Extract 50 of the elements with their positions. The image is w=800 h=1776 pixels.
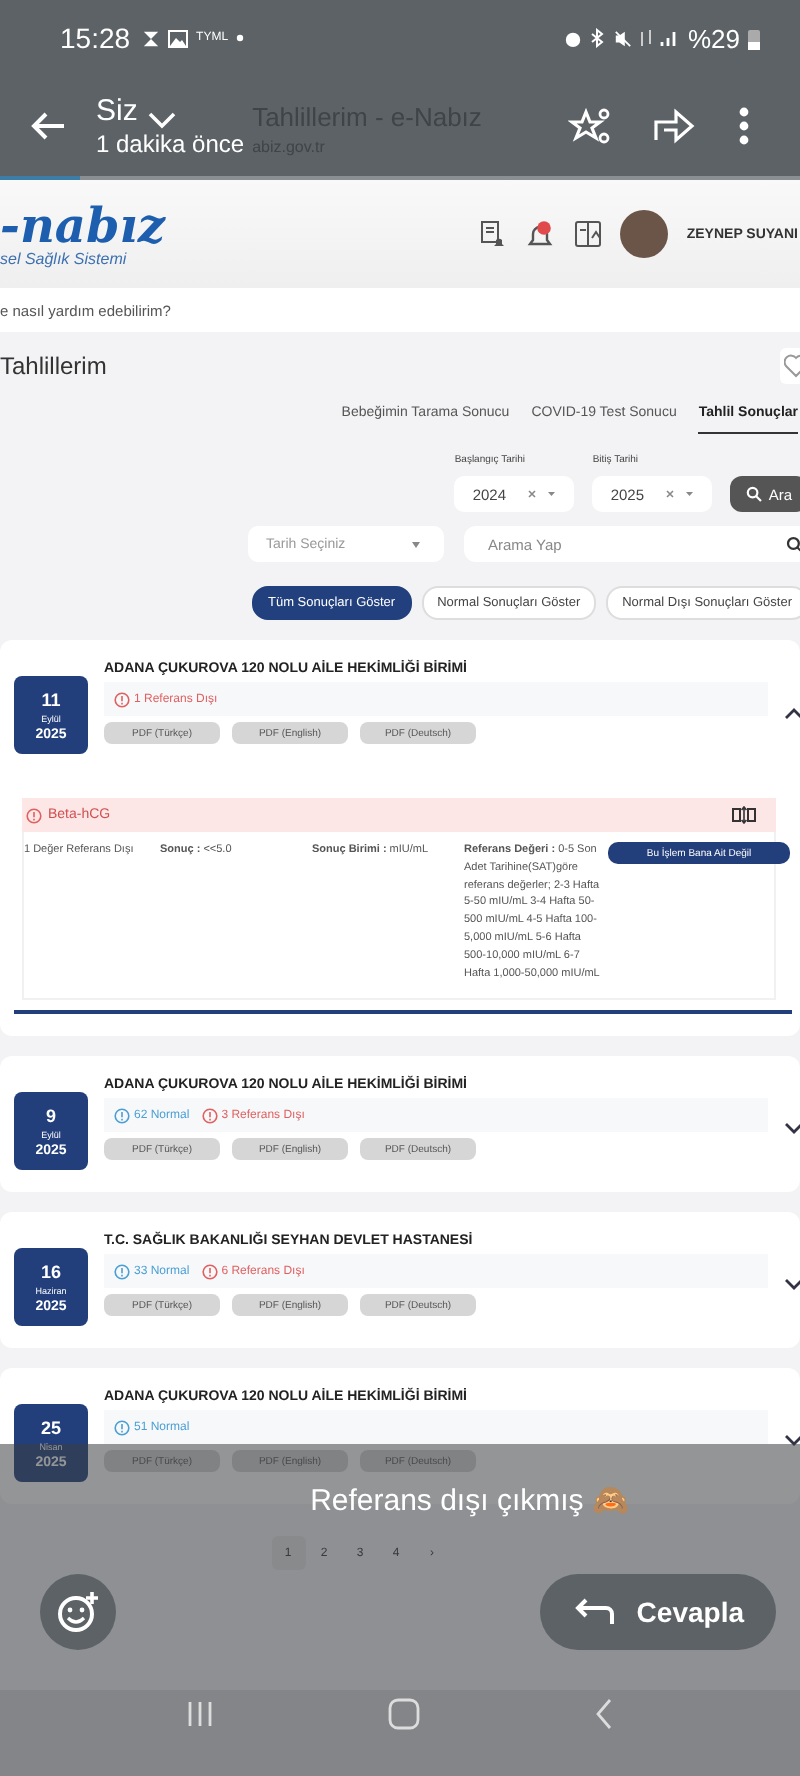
- chevron-up-icon[interactable]: [784, 706, 800, 720]
- clear-caret-icon[interactable]: [666, 490, 695, 498]
- alert-icon: [201, 1107, 218, 1124]
- search-icon: [746, 486, 763, 502]
- star-share-icon[interactable]: [568, 106, 612, 146]
- alert-icon: [201, 1263, 218, 1280]
- image-icon: [168, 29, 189, 47]
- info-icon: [114, 1263, 130, 1280]
- battery-level: %29: [687, 23, 740, 53]
- caret-icon: [412, 541, 420, 547]
- chevron-down-icon[interactable]: [784, 1434, 800, 1449]
- status-time: 15:28: [60, 22, 131, 54]
- reaction-button[interactable]: [40, 1574, 116, 1650]
- back-arrow-icon[interactable]: [28, 110, 68, 142]
- mute-icon: [613, 29, 632, 47]
- smiley-add-icon: [56, 1590, 100, 1634]
- home-icon[interactable]: [387, 1697, 420, 1729]
- signal-icon: [659, 28, 680, 48]
- report-bell-icon[interactable]: [478, 220, 507, 248]
- search-icon[interactable]: [786, 535, 800, 553]
- info-icon: [114, 1419, 130, 1436]
- bluetooth-icon: [589, 28, 606, 48]
- alert-icon: [114, 691, 130, 707]
- clear-caret-icon[interactable]: [528, 490, 557, 498]
- expand-icon[interactable]: [732, 806, 756, 824]
- back-icon[interactable]: [593, 1697, 614, 1729]
- alarm-icon: [563, 29, 582, 47]
- translate-icon[interactable]: [574, 220, 603, 248]
- chevron-down-icon[interactable]: [784, 1278, 800, 1293]
- site-logo: -nabız: [0, 201, 165, 249]
- story-caption: Referans dışı çıkmış 🙈: [310, 1482, 630, 1518]
- chevron-down-icon: [148, 110, 176, 130]
- alert-icon: [26, 807, 42, 823]
- avatar[interactable]: [620, 210, 669, 258]
- reply-button[interactable]: Cevapla: [540, 1574, 776, 1650]
- story-author: Siz: [96, 94, 138, 128]
- battery-icon: [748, 27, 760, 49]
- reply-arrow-icon: [572, 1598, 617, 1626]
- logo-subtitle: sel Sağlık Sistemi: [0, 249, 129, 267]
- recents-icon[interactable]: [186, 1699, 215, 1727]
- dot-icon: [236, 34, 245, 42]
- info-icon: [114, 1107, 130, 1124]
- story-time: 1 dakika önce: [96, 130, 245, 158]
- forward-icon[interactable]: [652, 106, 696, 146]
- data-icon: [639, 28, 652, 48]
- hourglass-icon: [142, 29, 161, 47]
- page-heading: Tahlillerim: [0, 352, 107, 380]
- chevron-down-icon[interactable]: [784, 1122, 800, 1137]
- more-icon[interactable]: [736, 106, 752, 146]
- bell-icon[interactable]: [524, 220, 557, 248]
